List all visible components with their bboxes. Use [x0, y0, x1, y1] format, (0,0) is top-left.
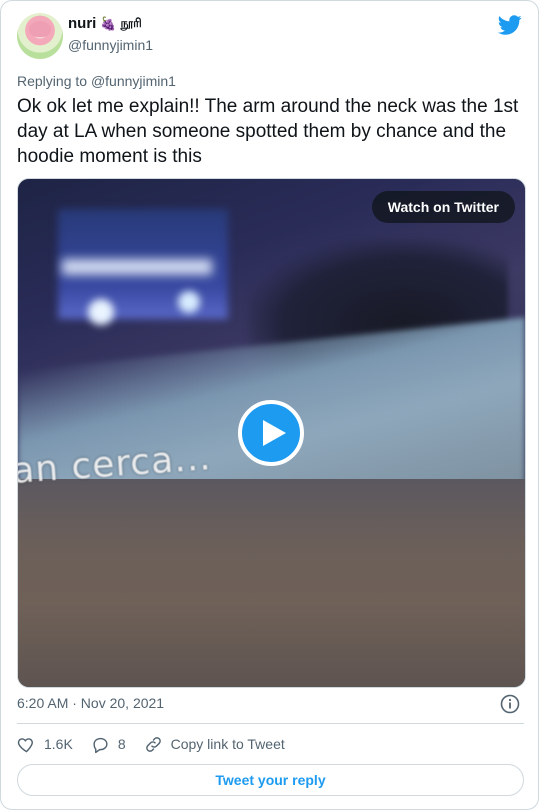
heart-icon [17, 737, 33, 752]
info-icon[interactable] [500, 694, 520, 714]
author-avatar[interactable] [17, 13, 63, 59]
author-handle[interactable]: @funnyjimin1 [68, 37, 153, 53]
author-name[interactable]: nuri [68, 15, 96, 32]
watch-on-twitter-button[interactable]: Watch on Twitter [371, 191, 515, 223]
like-action[interactable]: 1.6K [17, 735, 73, 754]
divider [17, 723, 524, 724]
author-name-suffix: நூரி [120, 15, 142, 30]
replying-to-handle[interactable]: @funnyjimin1 [91, 73, 176, 89]
author-name-row[interactable]: nuri 🍇 நூரி [68, 15, 142, 32]
video-player[interactable]: an cerca... Watch on Twitter [17, 178, 526, 688]
tweet-actions: 1.6K 8 Copy link to Tweet [17, 734, 303, 754]
like-count: 1.6K [44, 736, 73, 752]
link-icon [145, 736, 161, 752]
replying-to-prefix: Replying to [17, 73, 91, 89]
video-frame-orb [178, 291, 200, 313]
reply-bubble-icon [93, 737, 108, 753]
tweet-text: Ok ok let me explain!! The arm around th… [17, 96, 519, 167]
play-icon [262, 420, 286, 446]
reply-action[interactable]: 8 [91, 735, 126, 754]
copy-link-action[interactable]: Copy link to Tweet [144, 735, 285, 754]
video-frame-orb [88, 299, 114, 325]
replying-to-line: Replying to @funnyjimin1 [17, 73, 176, 89]
video-frame-floor [18, 479, 525, 687]
tweet-card: nuri 🍇 நூரி @funnyjimin1 Replying to @fu… [0, 0, 539, 810]
tweet-timestamp[interactable]: 6:20 AM · Nov 20, 2021 [17, 695, 164, 711]
tweet-your-reply-button[interactable]: Tweet your reply [17, 764, 524, 796]
copy-link-label: Copy link to Tweet [170, 736, 285, 752]
twitter-bird-icon[interactable] [498, 13, 522, 37]
grape-emoji-icon: 🍇 [100, 15, 117, 31]
play-button[interactable] [238, 400, 304, 466]
reply-count: 8 [117, 736, 126, 752]
video-frame-light [62, 259, 212, 275]
